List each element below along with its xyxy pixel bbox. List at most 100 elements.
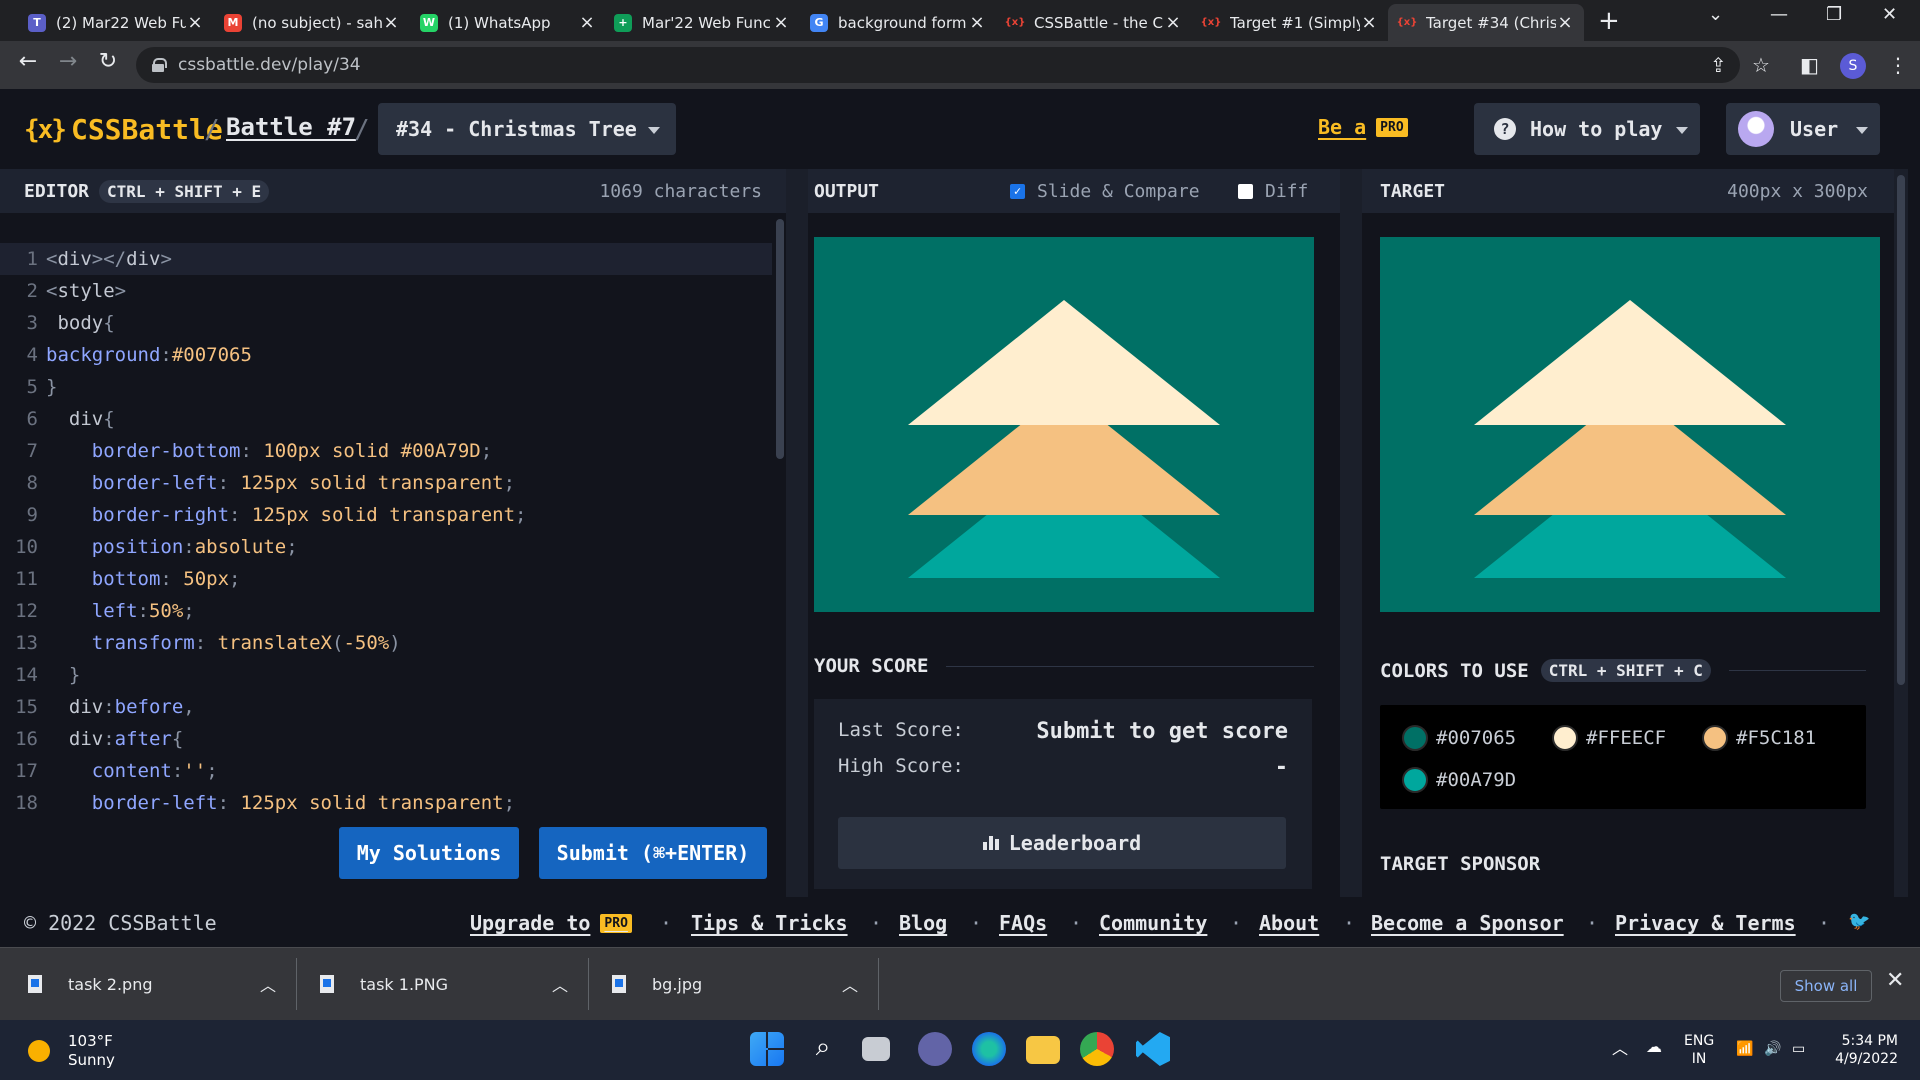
code-line[interactable]: 16 div: after{ — [0, 723, 772, 755]
chevron-up-icon[interactable]: ︿ — [260, 972, 276, 996]
close-tab-icon[interactable]: × — [578, 12, 596, 33]
browser-tab[interactable]: {x} CSSBattle - the C × — [996, 4, 1192, 41]
about-link[interactable]: About — [1259, 911, 1319, 935]
close-tab-icon[interactable]: × — [1360, 12, 1378, 33]
code-line[interactable]: 17 content: ''; — [0, 755, 772, 787]
code-line[interactable]: 2 < style > — [0, 275, 772, 307]
code-line[interactable]: 9 border-right: 125px solid transparent; — [0, 499, 772, 531]
my-solutions-button[interactable]: My Solutions — [339, 827, 519, 879]
browser-tab[interactable]: Gbackground form × — [800, 4, 996, 41]
new-tab-button[interactable]: + — [1598, 6, 1620, 36]
blog-link[interactable]: Blog — [899, 911, 947, 935]
leaderboard-button[interactable]: Leaderboard — [838, 817, 1286, 869]
code-line[interactable]: 5} — [0, 371, 772, 403]
code-line[interactable]: 12 left:50%; — [0, 595, 772, 627]
edge-icon[interactable] — [972, 1032, 1006, 1066]
chevron-up-icon[interactable]: ︿ — [842, 972, 858, 996]
browser-tab[interactable]: + Mar'22 Web Func × — [604, 4, 800, 41]
close-tab-icon[interactable]: × — [382, 12, 400, 33]
editor-scrollbar[interactable] — [776, 219, 784, 459]
search-icon[interactable]: ⌕ — [806, 1032, 840, 1066]
battle-link[interactable]: Battle #7 — [226, 113, 356, 141]
color-swatch[interactable]: #007065 — [1402, 725, 1516, 751]
close-window-icon[interactable]: ✕ — [1882, 4, 1897, 25]
tips-link[interactable]: Tips & Tricks — [691, 911, 848, 935]
how-to-play-button[interactable]: ? How to play — [1474, 103, 1700, 155]
close-tab-icon[interactable]: × — [1164, 12, 1182, 33]
code-line[interactable]: 7 border-bottom: 100px solid #00A79D; — [0, 435, 772, 467]
volume-icon[interactable]: 🔊 — [1764, 1040, 1781, 1058]
reload-icon[interactable]: ↻ — [92, 49, 124, 74]
close-tab-icon[interactable]: × — [968, 12, 986, 33]
code-line[interactable]: 15 div: before, — [0, 691, 772, 723]
scrollbar-thumb[interactable] — [1897, 175, 1905, 685]
tab-search-icon[interactable]: ⌄ — [1708, 4, 1723, 25]
close-tab-icon[interactable]: × — [186, 12, 204, 33]
faqs-link[interactable]: FAQs — [999, 911, 1047, 935]
color-swatch[interactable]: #F5C181 — [1702, 725, 1816, 751]
back-icon[interactable]: ← — [12, 49, 44, 74]
become-sponsor-link[interactable]: Become a Sponsor — [1371, 911, 1564, 935]
download-item[interactable]: task 2.png ︿ — [28, 962, 278, 1006]
browser-tab[interactable]: T (2) Mar22 Web Fu × — [18, 4, 214, 41]
close-shelf-icon[interactable]: ✕ — [1886, 968, 1904, 993]
restore-icon[interactable]: ❐ — [1826, 4, 1842, 25]
checkbox-unchecked-icon[interactable] — [1238, 183, 1253, 199]
code-line[interactable]: 14 } — [0, 659, 772, 691]
code-line[interactable]: 8 border-left: 125px solid transparent; — [0, 467, 772, 499]
browser-menu-icon[interactable]: ⋮ — [1888, 53, 1908, 77]
code-line[interactable]: 4 background: #007065 — [0, 339, 772, 371]
browser-tab[interactable]: M (no subject) - sah × — [214, 4, 410, 41]
profile-avatar[interactable]: S — [1840, 53, 1866, 79]
weather-widget[interactable]: 103°F Sunny — [28, 1032, 115, 1070]
code-line[interactable]: 13 transform: translateX(-50%) — [0, 627, 772, 659]
page-scrollbar[interactable] — [1894, 169, 1908, 897]
color-swatch[interactable]: #00A79D — [1402, 767, 1516, 793]
cssbattle-logo[interactable]: {x} CSSBattle — [24, 113, 223, 146]
twitter-icon[interactable]: 🐦 — [1848, 911, 1870, 932]
tray-chevron-icon[interactable]: ︿ — [1612, 1040, 1628, 1058]
output-canvas[interactable] — [814, 237, 1314, 612]
browser-tab[interactable]: {x} Target #34 (Christ × — [1388, 4, 1584, 41]
code-line[interactable]: 3 body{ — [0, 307, 772, 339]
chevron-up-icon[interactable]: ︿ — [552, 972, 568, 996]
close-tab-icon[interactable]: × — [1556, 12, 1574, 33]
user-menu-button[interactable]: User — [1726, 103, 1880, 155]
bookmark-star-icon[interactable]: ☆ — [1752, 53, 1770, 77]
download-item[interactable]: task 1.PNG ︿ — [320, 962, 570, 1006]
chrome-icon[interactable] — [1080, 1032, 1114, 1066]
community-link[interactable]: Community — [1099, 911, 1207, 935]
color-swatch[interactable]: #FFEECF — [1552, 725, 1666, 751]
browser-tab[interactable]: {x} Target #1 (Simply × — [1192, 4, 1388, 41]
forward-icon[interactable]: → — [52, 49, 84, 74]
panel-divider[interactable] — [786, 169, 808, 897]
clock[interactable]: 5:34 PM 4/9/2022 — [1832, 1032, 1898, 1068]
checkbox-checked-icon[interactable]: ✓ — [1010, 183, 1025, 199]
browser-tab[interactable]: W (1) WhatsApp × — [410, 4, 606, 41]
code-line[interactable]: 18 border-left: 125px solid transparent; — [0, 787, 772, 819]
code-lines[interactable]: 1 < div ></div >2 < style >3 body{4 background: #… — [0, 243, 772, 837]
download-item[interactable]: bg.jpg ︿ — [612, 962, 862, 1006]
minimize-icon[interactable]: — — [1770, 4, 1788, 25]
be-pro-link[interactable]: Be a PRO — [1318, 115, 1408, 139]
show-all-button[interactable]: Show all — [1780, 970, 1872, 1002]
upgrade-link[interactable]: Upgrade to PRO — [470, 911, 632, 935]
panel-divider[interactable] — [1340, 169, 1362, 897]
chat-icon[interactable] — [918, 1032, 952, 1066]
wifi-icon[interactable]: 📶 — [1736, 1040, 1753, 1058]
privacy-link[interactable]: Privacy & Terms — [1615, 911, 1796, 935]
slide-compare-toggle[interactable]: ✓ Slide & Compare — [1010, 181, 1200, 202]
code-editor[interactable]: 1 < div ></div >2 < style >3 body{4 background: #… — [0, 213, 786, 897]
code-line[interactable]: 11 bottom: 50px; — [0, 563, 772, 595]
onedrive-icon[interactable]: ☁ — [1646, 1038, 1662, 1056]
close-tab-icon[interactable]: × — [772, 12, 790, 33]
share-icon[interactable]: ⇪ — [1710, 53, 1727, 77]
code-line[interactable]: 1 < div ></div > — [0, 243, 772, 275]
start-icon[interactable] — [750, 1032, 784, 1066]
vscode-icon[interactable] — [1136, 1032, 1170, 1066]
battery-icon[interactable]: ▭ — [1792, 1040, 1805, 1058]
address-bar[interactable]: cssbattle.dev/play/34 — [136, 47, 1740, 83]
side-panel-icon[interactable]: ◧ — [1800, 53, 1819, 77]
language-indicator[interactable]: ENG IN — [1684, 1032, 1714, 1068]
target-select-dropdown[interactable]: #34 - Christmas Tree — [378, 103, 676, 155]
